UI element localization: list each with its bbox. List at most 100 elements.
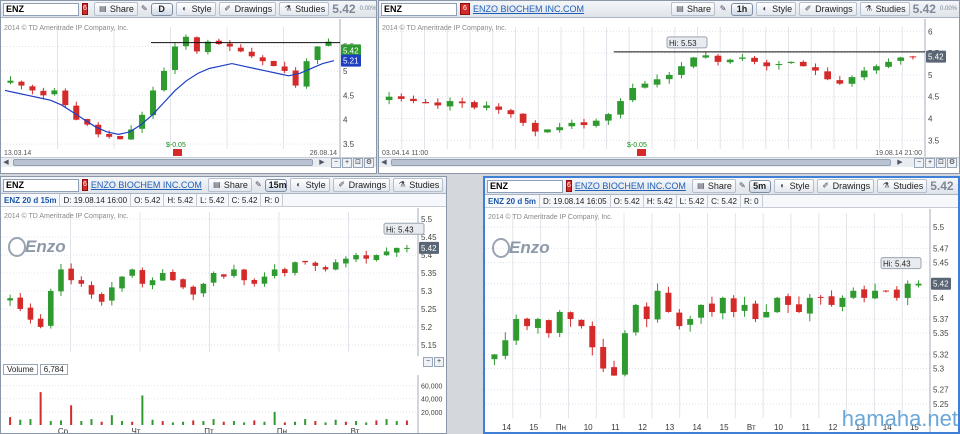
zoom-in-button[interactable]: + xyxy=(434,357,444,367)
studies-button[interactable]: ⚗ Studies xyxy=(279,2,330,16)
zoom-out-button[interactable]: − xyxy=(914,158,924,168)
zoom-in-button[interactable]: + xyxy=(342,158,352,168)
timeframe-selector[interactable]: 15m xyxy=(264,178,287,192)
share-button[interactable]: ▤ Share xyxy=(93,2,138,16)
studies-icon: ⚗ xyxy=(398,180,406,189)
pane-toolbar: 6 ENZO BIOCHEM INC.COM ▤Share ✎ 15m ◐Sty… xyxy=(1,177,446,194)
share-button[interactable]: ▤ Share xyxy=(691,179,736,193)
volume-bar xyxy=(273,411,276,425)
scroll-right-arrow[interactable]: ▶ xyxy=(317,158,327,167)
zoom-out-button[interactable]: − xyxy=(331,158,341,168)
style-button[interactable]: ◐ Style xyxy=(756,2,797,16)
chart-pane-5m[interactable]: 6 ENZO BIOCHEM INC.COM ▤Share ✎ 5m ◐Styl… xyxy=(483,176,960,434)
studies-icon: ⚗ xyxy=(882,181,890,190)
candle xyxy=(665,292,672,312)
intraday-5m-chart[interactable]: 5.55.475.455.425.45.375.355.325.35.275.2… xyxy=(485,209,958,432)
x-tick-label: Пн xyxy=(556,423,566,432)
bar-close: C: 5.42 xyxy=(708,194,741,208)
scroll-left-arrow[interactable]: ◀ xyxy=(1,158,11,167)
company-name-link[interactable]: ENZO BIOCHEM INC.COM xyxy=(575,181,686,191)
style-button[interactable]: ◐ Style xyxy=(175,2,216,16)
candle xyxy=(180,279,186,288)
company-name-link[interactable]: ENZO BIOCHEM INC.COM xyxy=(91,180,202,190)
volume-bar xyxy=(192,420,195,425)
timeframe-selector[interactable]: 5m xyxy=(748,179,771,193)
candle xyxy=(611,367,618,376)
candle xyxy=(641,83,649,88)
candle xyxy=(678,66,685,75)
symbol-input[interactable] xyxy=(381,2,457,16)
zoom-out-button[interactable]: − xyxy=(423,357,433,367)
x-tick-label: Ср xyxy=(58,427,69,434)
scroll-thumb[interactable] xyxy=(391,159,891,166)
y-tick-label: 5.47 xyxy=(933,244,949,253)
candle xyxy=(836,80,844,84)
zoom-fit-button[interactable]: ⊡ xyxy=(936,158,946,168)
x-tick-label: 11 xyxy=(802,423,811,432)
chart-pane-15m[interactable]: 6 ENZO BIOCHEM INC.COM ▤Share ✎ 15m ◐Sty… xyxy=(0,176,447,434)
zoom-fit-button[interactable]: ⊡ xyxy=(353,158,363,168)
candle xyxy=(885,61,892,67)
volume-value: 6,784 xyxy=(39,364,68,375)
last-price: 5.42 xyxy=(912,2,936,16)
scroll-right-arrow[interactable]: ▶ xyxy=(895,158,905,167)
candle xyxy=(909,56,917,58)
drawings-button[interactable]: ✐ Drawings xyxy=(332,178,391,192)
link-badge[interactable]: 6 xyxy=(82,179,88,191)
tools-icon[interactable]: ✎ xyxy=(141,4,148,14)
timeframe-selector[interactable]: D xyxy=(150,2,173,16)
pencil-icon: ✐ xyxy=(338,180,346,189)
candle xyxy=(578,319,585,327)
volume-y-tick: 20,000 xyxy=(421,410,443,417)
link-badge[interactable]: 6 xyxy=(460,3,470,15)
settings-button[interactable]: ⚙ xyxy=(947,158,957,168)
tools-icon[interactable]: ✎ xyxy=(718,4,728,14)
studies-button[interactable]: ⚗ Studies xyxy=(393,178,444,192)
y-tick-label: 5.25 xyxy=(421,305,437,314)
horizontal-scrollbar[interactable]: ◀ ▶ − + ⊡ ⚙ xyxy=(379,157,959,168)
link-badge[interactable]: 6 xyxy=(82,3,88,15)
candle xyxy=(117,135,124,140)
daily-price-chart[interactable]: 5.554.543.52014 © TD Ameritrade IP Compa… xyxy=(1,19,377,157)
company-name-link[interactable]: ENZO BIOCHEM INC.COM xyxy=(473,4,584,14)
hourly-price-chart[interactable]: 65.554.543.52014 © TD Ameritrade IP Comp… xyxy=(379,19,960,157)
scroll-thumb[interactable] xyxy=(13,159,313,166)
studies-button[interactable]: ⚗ Studies xyxy=(877,179,928,193)
candle xyxy=(78,280,85,284)
drawings-button[interactable]: ✐ Drawings xyxy=(816,179,875,193)
style-button[interactable]: ◐ Style xyxy=(773,179,814,193)
tools-icon[interactable]: ✎ xyxy=(739,181,746,191)
candle xyxy=(314,46,321,60)
scroll-left-arrow[interactable]: ◀ xyxy=(379,158,389,167)
drawings-button[interactable]: ✐ Drawings xyxy=(799,2,857,16)
symbol-input[interactable] xyxy=(3,178,79,192)
bar-close: C: 5.42 xyxy=(229,193,262,207)
share-button[interactable]: ▤ Share xyxy=(671,2,716,16)
settings-button[interactable]: ⚙ xyxy=(364,158,374,168)
studies-button[interactable]: ⚗ Studies xyxy=(859,2,910,16)
candle xyxy=(763,62,771,67)
candle xyxy=(665,74,673,80)
x-tick-label: 14 xyxy=(692,423,701,432)
bar-open: O: 5.42 xyxy=(611,194,644,208)
x-tick-label: 15 xyxy=(529,423,538,432)
candle xyxy=(159,273,166,281)
candle xyxy=(363,255,370,259)
tools-icon[interactable]: ✎ xyxy=(255,180,262,190)
style-button[interactable]: ◐ Style xyxy=(289,178,330,192)
drawings-button[interactable]: ✐ Drawings xyxy=(218,2,277,16)
chart-pane-hourly[interactable]: 6 ENZO BIOCHEM INC.COM ▤Share ✎ 1h ◐Styl… xyxy=(378,0,960,174)
candle xyxy=(739,57,746,59)
link-badge[interactable]: 6 xyxy=(566,180,572,192)
symbol-input[interactable] xyxy=(487,179,563,193)
zoom-in-button[interactable]: + xyxy=(925,158,935,168)
timeframe-selector[interactable]: 1h xyxy=(731,2,754,16)
volume-chart[interactable]: 60,000 40,000 20,000 Ср Чт Пт Пн Вт xyxy=(1,375,447,434)
intraday-15m-chart[interactable]: 5.55.455.45.355.35.255.25.152014 © TD Am… xyxy=(1,208,447,356)
x-tick-label: 10 xyxy=(584,423,593,432)
horizontal-scrollbar[interactable]: ◀ ▶ − + ⊡ ⚙ xyxy=(1,157,376,168)
symbol-input[interactable] xyxy=(3,2,79,16)
chart-pane-daily[interactable]: 6 ▤Share ✎ D ◐Style ✐Drawings ⚗Studies 5… xyxy=(0,0,377,174)
share-button[interactable]: ▤ Share xyxy=(207,178,252,192)
candle xyxy=(281,66,288,71)
